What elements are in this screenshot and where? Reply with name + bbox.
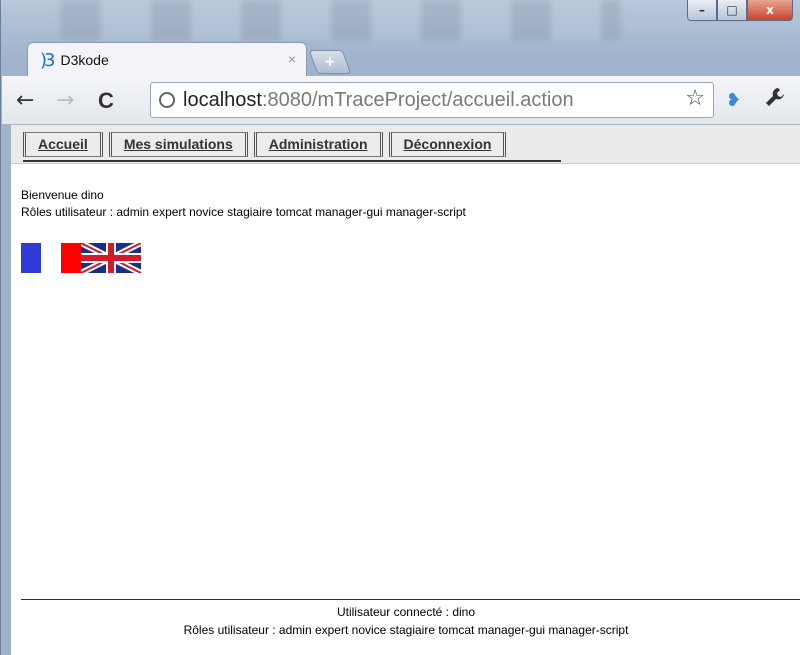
menu-item-administration[interactable]: Administration bbox=[253, 132, 383, 157]
fr-white-stripe bbox=[41, 243, 61, 273]
window-controls: – □ x bbox=[687, 0, 793, 21]
main-menu: Accueil Mes simulations Administration D… bbox=[23, 132, 512, 157]
bookmark-star-icon[interactable]: ☆ bbox=[685, 86, 705, 111]
url-text[interactable]: localhost:8080/mTraceProject/accueil.act… bbox=[183, 89, 574, 112]
footer: Utilisateur connecté : dino Rôles utilis… bbox=[11, 603, 800, 639]
footer-connected-user: Utilisateur connecté : dino bbox=[336, 605, 476, 619]
browser-toolbar: ← → C localhost:8080/mTraceProject/accue… bbox=[2, 76, 800, 125]
menu-item-deconnexion[interactable]: Déconnexion bbox=[388, 132, 507, 157]
reload-icon[interactable]: C bbox=[98, 88, 114, 114]
uk-flag-icon[interactable] bbox=[81, 243, 141, 273]
roles-text: Rôles utilisateur : admin expert novice … bbox=[21, 205, 466, 219]
new-tab-button[interactable]: + bbox=[308, 50, 352, 74]
menu-bar: Accueil Mes simulations Administration D… bbox=[11, 125, 800, 164]
welcome-text: Bienvenue dino bbox=[21, 188, 104, 202]
browser-window: – □ x )3 D3kode × + ← → C localhost:8080… bbox=[0, 0, 800, 655]
menu-item-accueil[interactable]: Accueil bbox=[23, 132, 103, 157]
minimize-button[interactable]: – bbox=[687, 0, 717, 21]
titlebar-background bbox=[61, 0, 621, 40]
page-info-icon[interactable] bbox=[159, 92, 175, 108]
fr-blue-stripe bbox=[21, 243, 41, 273]
url-host: localhost bbox=[183, 88, 262, 111]
menu-item-mes-simulations[interactable]: Mes simulations bbox=[108, 132, 248, 157]
menu-underline bbox=[23, 160, 561, 162]
footer-divider bbox=[21, 599, 800, 600]
welcome-block: Bienvenue dino Rôles utilisateur : admin… bbox=[21, 187, 466, 221]
address-bar[interactable]: localhost:8080/mTraceProject/accueil.act… bbox=[150, 82, 714, 118]
fr-red-stripe bbox=[61, 243, 81, 273]
close-window-button[interactable]: x bbox=[747, 0, 793, 21]
french-flag-icon[interactable] bbox=[21, 243, 81, 273]
footer-roles: Rôles utilisateur : admin expert novice … bbox=[183, 623, 629, 637]
page-content: Accueil Mes simulations Administration D… bbox=[11, 125, 800, 655]
url-path: :8080/mTraceProject/accueil.action bbox=[261, 88, 574, 111]
back-arrow-icon[interactable]: ← bbox=[16, 88, 34, 113]
extension-bird-icon[interactable]: ❥ bbox=[726, 90, 741, 111]
browser-tab[interactable]: )3 D3kode × bbox=[27, 42, 307, 77]
wrench-icon[interactable] bbox=[764, 86, 786, 114]
forward-arrow-icon[interactable]: → bbox=[56, 88, 74, 113]
maximize-button[interactable]: □ bbox=[717, 0, 747, 21]
tab-close-icon[interactable]: × bbox=[288, 51, 296, 67]
d3kode-logo-icon: )3 bbox=[40, 49, 56, 71]
tab-title: D3kode bbox=[60, 52, 109, 68]
plus-icon: + bbox=[324, 54, 336, 70]
